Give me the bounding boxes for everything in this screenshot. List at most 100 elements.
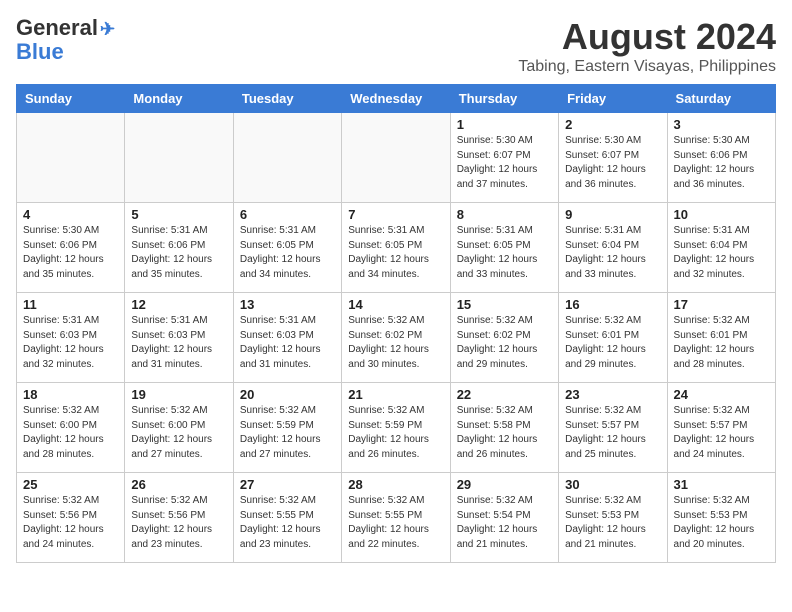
calendar-cell: 7 Sunrise: 5:31 AM Sunset: 6:05 PM Daylig… bbox=[342, 203, 450, 293]
day-info: Sunrise: 5:31 AM Sunset: 6:06 PM Dayligh… bbox=[131, 224, 226, 282]
day-info: Sunrise: 5:32 AM Sunset: 6:00 PM Dayligh… bbox=[131, 404, 226, 462]
calendar-cell bbox=[233, 113, 341, 203]
calendar-cell: 14Sunrise: 5:32 AM Sunset: 6:02 PM Dayli… bbox=[342, 293, 450, 383]
calendar-cell bbox=[125, 113, 233, 203]
day-number: 29 bbox=[457, 477, 552, 492]
day-number: 7 bbox=[348, 207, 443, 222]
day-number: 8 bbox=[457, 207, 552, 222]
calendar-header-row: SundayMondayTuesdayWednesdayThursdayFrid… bbox=[17, 85, 776, 113]
day-number: 11 bbox=[23, 297, 118, 312]
calendar-cell: 17 Sunrise: 5:32 AM Sunset: 6:01 PM Dayli… bbox=[667, 293, 775, 383]
day-info: Sunrise: 5:32 AM Sunset: 5:55 PM Dayligh… bbox=[348, 494, 443, 552]
day-number: 3 bbox=[674, 117, 769, 132]
calendar-cell: 12 Sunrise: 5:31 AM Sunset: 6:03 PM Dayli… bbox=[125, 293, 233, 383]
day-number: 22 bbox=[457, 387, 552, 402]
day-info: Sunrise: 5:32 AM Sunset: 5:58 PM Dayligh… bbox=[457, 404, 552, 462]
calendar-cell: 10 Sunrise: 5:31 AM Sunset: 6:04 PM Dayli… bbox=[667, 203, 775, 293]
day-info: Sunrise: 5:32 AM Sunset: 6:01 PM Dayligh… bbox=[674, 314, 769, 372]
calendar-cell: 6Sunrise: 5:31 AM Sunset: 6:05 PM Daylig… bbox=[233, 203, 341, 293]
day-number: 13 bbox=[240, 297, 335, 312]
location-title: Tabing, Eastern Visayas, Philippines bbox=[518, 58, 776, 76]
calendar-week-1: 1 Sunrise: 5:30 AM Sunset: 6:07 PM Daylig… bbox=[17, 113, 776, 203]
day-info: Sunrise: 5:32 AM Sunset: 6:02 PM Dayligh… bbox=[457, 314, 552, 372]
day-number: 26 bbox=[131, 477, 226, 492]
calendar-cell: 28 Sunrise: 5:32 AM Sunset: 5:55 PM Dayli… bbox=[342, 473, 450, 563]
logo-text: General✈ bbox=[16, 16, 115, 40]
calendar-cell: 2 Sunrise: 5:30 AM Sunset: 6:07 PM Daylig… bbox=[559, 113, 667, 203]
day-info: Sunrise: 5:30 AM Sunset: 6:06 PM Dayligh… bbox=[23, 224, 118, 282]
calendar-cell: 23 Sunrise: 5:32 AM Sunset: 5:57 PM Dayli… bbox=[559, 383, 667, 473]
day-info: Sunrise: 5:32 AM Sunset: 6:00 PM Dayligh… bbox=[23, 404, 118, 462]
calendar-week-5: 25 Sunrise: 5:32 AM Sunset: 5:56 PM Dayli… bbox=[17, 473, 776, 563]
calendar-cell: 9Sunrise: 5:31 AM Sunset: 6:04 PM Daylig… bbox=[559, 203, 667, 293]
calendar-cell: 22 Sunrise: 5:32 AM Sunset: 5:58 PM Dayli… bbox=[450, 383, 558, 473]
calendar-cell: 18 Sunrise: 5:32 AM Sunset: 6:00 PM Dayli… bbox=[17, 383, 125, 473]
day-info: Sunrise: 5:32 AM Sunset: 5:56 PM Dayligh… bbox=[23, 494, 118, 552]
logo: General✈ Blue bbox=[16, 16, 115, 64]
day-header-friday: Friday bbox=[559, 85, 667, 113]
day-header-saturday: Saturday bbox=[667, 85, 775, 113]
day-info: Sunrise: 5:32 AM Sunset: 5:53 PM Dayligh… bbox=[565, 494, 660, 552]
day-header-monday: Monday bbox=[125, 85, 233, 113]
day-number: 30 bbox=[565, 477, 660, 492]
day-number: 5 bbox=[131, 207, 226, 222]
day-info: Sunrise: 5:32 AM Sunset: 5:55 PM Dayligh… bbox=[240, 494, 335, 552]
day-number: 4 bbox=[23, 207, 118, 222]
day-number: 2 bbox=[565, 117, 660, 132]
calendar-cell: 4 Sunrise: 5:30 AM Sunset: 6:06 PM Daylig… bbox=[17, 203, 125, 293]
calendar-cell: 11Sunrise: 5:31 AM Sunset: 6:03 PM Dayli… bbox=[17, 293, 125, 383]
day-info: Sunrise: 5:31 AM Sunset: 6:04 PM Dayligh… bbox=[565, 224, 660, 282]
calendar-cell: 31 Sunrise: 5:32 AM Sunset: 5:53 PM Dayli… bbox=[667, 473, 775, 563]
day-info: Sunrise: 5:30 AM Sunset: 6:07 PM Dayligh… bbox=[565, 134, 660, 192]
day-header-thursday: Thursday bbox=[450, 85, 558, 113]
day-info: Sunrise: 5:32 AM Sunset: 5:59 PM Dayligh… bbox=[240, 404, 335, 462]
calendar-cell: 27 Sunrise: 5:32 AM Sunset: 5:55 PM Dayli… bbox=[233, 473, 341, 563]
day-info: Sunrise: 5:31 AM Sunset: 6:03 PM Dayligh… bbox=[240, 314, 335, 372]
day-number: 21 bbox=[348, 387, 443, 402]
day-info: Sunrise: 5:32 AM Sunset: 5:57 PM Dayligh… bbox=[565, 404, 660, 462]
day-number: 6 bbox=[240, 207, 335, 222]
day-number: 24 bbox=[674, 387, 769, 402]
day-number: 1 bbox=[457, 117, 552, 132]
day-header-tuesday: Tuesday bbox=[233, 85, 341, 113]
calendar-cell: 21 Sunrise: 5:32 AM Sunset: 5:59 PM Dayli… bbox=[342, 383, 450, 473]
day-info: Sunrise: 5:32 AM Sunset: 5:57 PM Dayligh… bbox=[674, 404, 769, 462]
calendar-cell: 3 Sunrise: 5:30 AM Sunset: 6:06 PM Daylig… bbox=[667, 113, 775, 203]
day-number: 17 bbox=[674, 297, 769, 312]
calendar-cell: 13 Sunrise: 5:31 AM Sunset: 6:03 PM Dayli… bbox=[233, 293, 341, 383]
day-info: Sunrise: 5:30 AM Sunset: 6:06 PM Dayligh… bbox=[674, 134, 769, 192]
day-number: 10 bbox=[674, 207, 769, 222]
day-number: 19 bbox=[131, 387, 226, 402]
logo-blue: Blue bbox=[16, 40, 64, 64]
day-info: Sunrise: 5:31 AM Sunset: 6:05 PM Dayligh… bbox=[348, 224, 443, 282]
calendar-week-3: 11 Sunrise: 5:31 AM Sunset: 6:03 PM Dayli… bbox=[17, 293, 776, 383]
calendar-body: 1 Sunrise: 5:30 AM Sunset: 6:07 PM Daylig… bbox=[17, 113, 776, 563]
day-number: 12 bbox=[131, 297, 226, 312]
day-info: Sunrise: 5:31 AM Sunset: 6:04 PM Dayligh… bbox=[674, 224, 769, 282]
calendar-cell: 1Sunrise: 5:30 AM Sunset: 6:07 PM Daylig… bbox=[450, 113, 558, 203]
day-header-wednesday: Wednesday bbox=[342, 85, 450, 113]
day-number: 20 bbox=[240, 387, 335, 402]
calendar-cell bbox=[342, 113, 450, 203]
day-info: Sunrise: 5:32 AM Sunset: 6:01 PM Dayligh… bbox=[565, 314, 660, 372]
day-number: 31 bbox=[674, 477, 769, 492]
day-info: Sunrise: 5:32 AM Sunset: 5:54 PM Dayligh… bbox=[457, 494, 552, 552]
calendar-cell: 26Sunrise: 5:32 AM Sunset: 5:56 PM Dayli… bbox=[125, 473, 233, 563]
day-number: 27 bbox=[240, 477, 335, 492]
calendar-cell: 8Sunrise: 5:31 AM Sunset: 6:05 PM Daylig… bbox=[450, 203, 558, 293]
calendar-cell bbox=[17, 113, 125, 203]
day-number: 25 bbox=[23, 477, 118, 492]
day-number: 23 bbox=[565, 387, 660, 402]
day-number: 28 bbox=[348, 477, 443, 492]
calendar-table: SundayMondayTuesdayWednesdayThursdayFrid… bbox=[16, 84, 776, 563]
calendar-cell: 29 Sunrise: 5:32 AM Sunset: 5:54 PM Dayli… bbox=[450, 473, 558, 563]
day-header-sunday: Sunday bbox=[17, 85, 125, 113]
day-info: Sunrise: 5:32 AM Sunset: 5:59 PM Dayligh… bbox=[348, 404, 443, 462]
day-info: Sunrise: 5:31 AM Sunset: 6:03 PM Dayligh… bbox=[131, 314, 226, 372]
day-number: 14 bbox=[348, 297, 443, 312]
header: General✈ Blue August 2024 Tabing, Easter… bbox=[16, 16, 776, 76]
calendar-week-2: 4 Sunrise: 5:30 AM Sunset: 6:06 PM Daylig… bbox=[17, 203, 776, 293]
day-info: Sunrise: 5:32 AM Sunset: 5:53 PM Dayligh… bbox=[674, 494, 769, 552]
day-number: 16 bbox=[565, 297, 660, 312]
day-number: 18 bbox=[23, 387, 118, 402]
